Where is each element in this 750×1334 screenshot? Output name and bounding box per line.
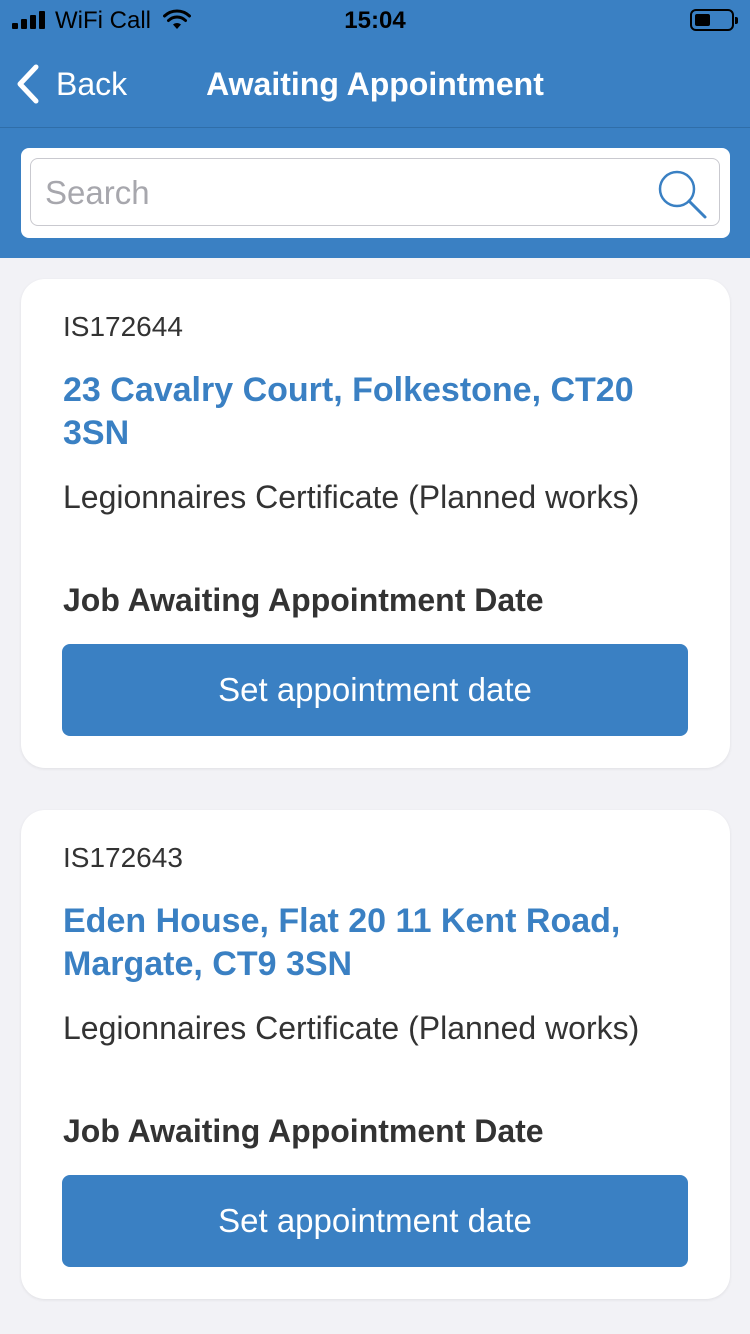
job-status: Job Awaiting Appointment Date bbox=[63, 1113, 544, 1149]
search-icon[interactable] bbox=[655, 167, 709, 221]
job-card: IS172644 23 Cavalry Court, Folkestone, C… bbox=[21, 279, 730, 768]
job-address-link[interactable]: 23 Cavalry Court, Folkestone, CT20 3SN bbox=[63, 369, 683, 455]
job-type: Legionnaires Certificate (Planned works) bbox=[63, 479, 640, 515]
battery-icon bbox=[690, 9, 738, 31]
job-type: Legionnaires Certificate (Planned works) bbox=[63, 1010, 640, 1046]
set-appointment-date-button[interactable]: Set appointment date bbox=[62, 644, 688, 736]
job-reference: IS172643 bbox=[63, 842, 183, 873]
search-container bbox=[21, 148, 730, 238]
clock: 15:04 bbox=[344, 7, 406, 34]
job-reference: IS172644 bbox=[63, 311, 183, 342]
set-appointment-date-button[interactable]: Set appointment date bbox=[62, 1175, 688, 1267]
job-status: Job Awaiting Appointment Date bbox=[63, 582, 544, 618]
status-bar: WiFi Call 15:04 bbox=[0, 0, 750, 42]
job-card: IS172643 Eden House, Flat 20 11 Kent Roa… bbox=[21, 810, 730, 1299]
navigation-bar: Back Awaiting Appointment bbox=[0, 42, 750, 128]
search-input[interactable] bbox=[45, 169, 645, 217]
page-title: Awaiting Appointment bbox=[206, 66, 544, 102]
header: WiFi Call 15:04 Back Awaiting Appointmen… bbox=[0, 0, 750, 258]
job-address-link[interactable]: Eden House, Flat 20 11 Kent Road, Margat… bbox=[63, 900, 683, 986]
search-box bbox=[30, 158, 720, 226]
